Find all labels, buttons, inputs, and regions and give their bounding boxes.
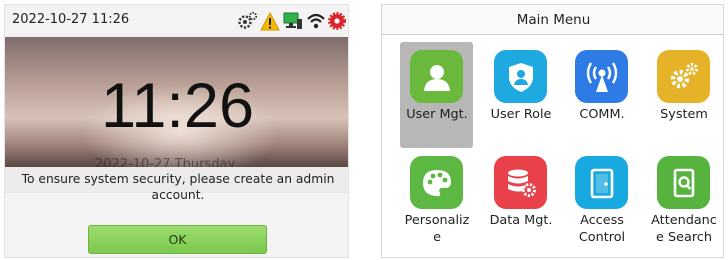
menu-item-access-control[interactable]: Access Control xyxy=(565,148,645,256)
menu-item-label: User Role xyxy=(490,107,552,122)
menu-item-user-role[interactable]: User Role xyxy=(484,42,564,150)
shield-user-icon xyxy=(494,50,547,103)
menu-item-system[interactable]: System xyxy=(647,42,723,150)
menu-item-label: Data Mgt. xyxy=(489,213,553,228)
menu-item-data-mgt[interactable]: Data Mgt. xyxy=(484,148,564,256)
menu-item-attendance-search[interactable]: Attendanc e Search xyxy=(647,148,723,256)
status-icons xyxy=(236,9,346,33)
menu-item-label: Attendanc e Search xyxy=(651,213,717,245)
menu-item-user-mgt[interactable]: User Mgt. xyxy=(400,42,480,150)
date-line: 2022-10-27 Thursday xyxy=(95,157,236,167)
menu-item-label: COMM. xyxy=(579,107,625,122)
palette-icon xyxy=(410,156,463,209)
menu-item-label: User Mgt. xyxy=(406,107,468,122)
menu-item-personalize[interactable]: Personaliz e xyxy=(400,148,480,256)
search-document-icon xyxy=(657,156,710,209)
gears-icon xyxy=(657,50,710,103)
status-bar: 2022-10-27 11:26 xyxy=(5,5,348,37)
menu-title: Main Menu xyxy=(382,5,723,35)
database-gear-icon xyxy=(494,156,547,209)
menu-item-comm[interactable]: COMM. xyxy=(565,42,645,150)
person-icon xyxy=(410,50,463,103)
main-menu-screen: Main Menu User Mgt. User Role COMM. Syst… xyxy=(381,4,724,258)
network-monitor-icon xyxy=(282,11,304,31)
clock: 11:26 xyxy=(101,71,254,141)
status-datetime: 2022-10-27 11:26 xyxy=(12,12,130,27)
antenna-signal-icon xyxy=(575,50,628,103)
menu-item-label: System xyxy=(660,107,708,122)
standby-screen: 2022-10-27 11:26 11:26 2022-10-27 Thursd… xyxy=(4,4,349,258)
wallpaper: 11:26 2022-10-27 Thursday xyxy=(5,37,348,167)
door-icon xyxy=(575,156,628,209)
admin-warning-dialog: To ensure system security, please create… xyxy=(5,167,348,257)
red-settings-icon xyxy=(328,12,346,30)
menu-item-label: Access Control xyxy=(578,213,626,245)
wifi-icon xyxy=(306,12,326,30)
warning-triangle-icon xyxy=(260,11,280,31)
ok-button[interactable]: OK xyxy=(88,225,267,254)
dialog-message: To ensure system security, please create… xyxy=(21,172,335,202)
settings-gear-icon xyxy=(236,11,258,31)
menu-item-label: Personaliz e xyxy=(404,213,470,245)
